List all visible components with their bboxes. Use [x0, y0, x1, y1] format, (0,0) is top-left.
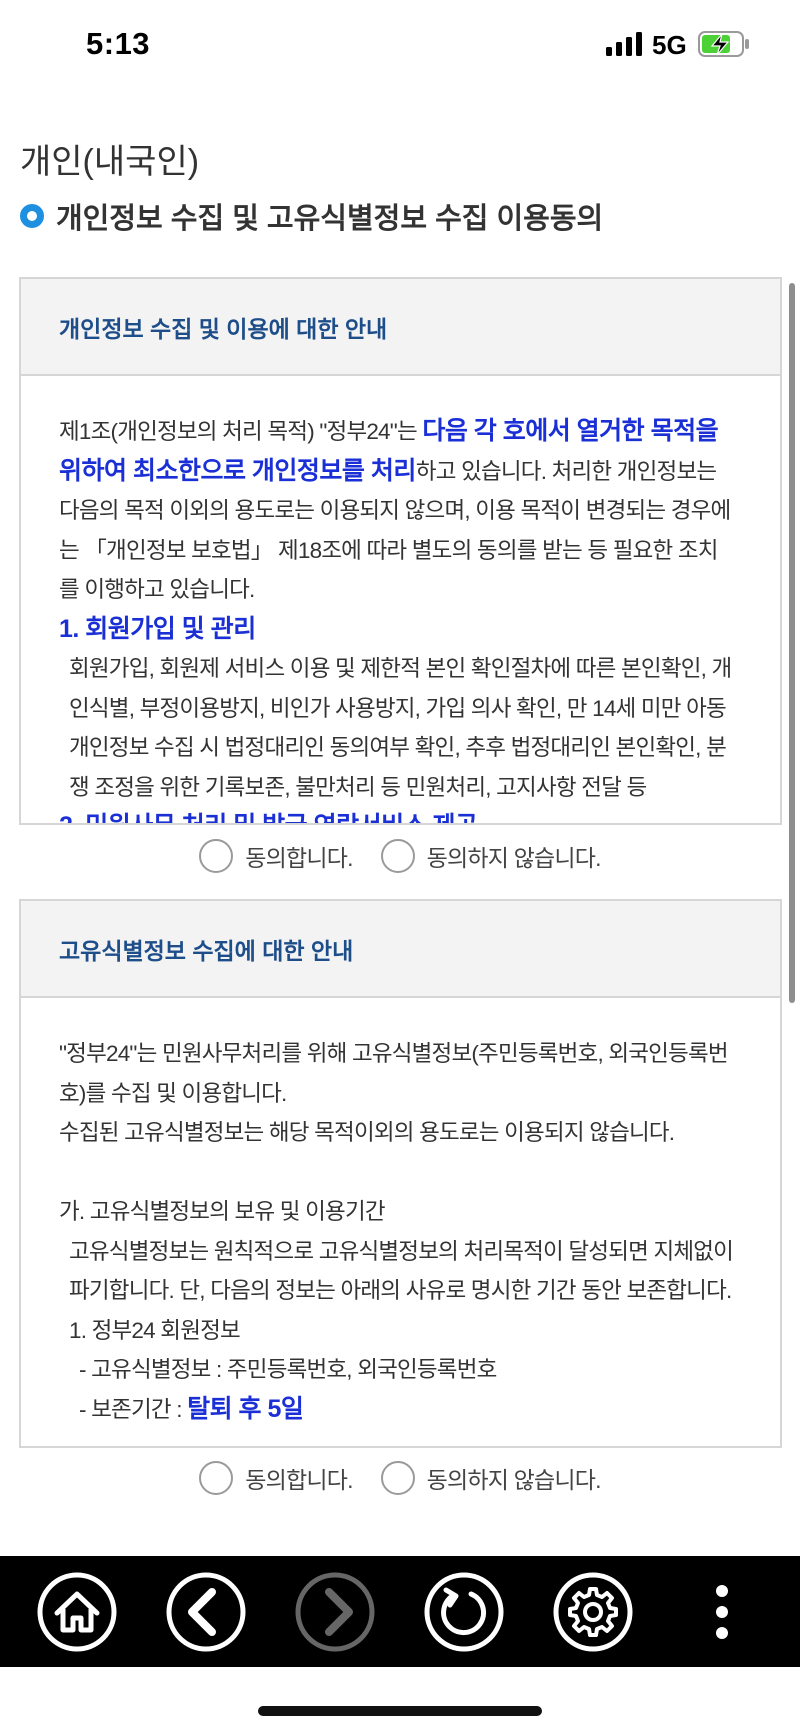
page-scrollbar[interactable] — [789, 283, 795, 1003]
box-header-title: 개인정보 수집 및 이용에 대한 안내 — [59, 315, 388, 342]
section-heading: 개인정보 수집 및 고유식별정보 수집 이용동의 — [20, 196, 603, 236]
agree-yes-option[interactable]: 동의합니다. — [199, 839, 353, 873]
bottom-toolbar — [0, 1556, 800, 1667]
intro-paragraph: 제1조(개인정보의 처리 목적) "정부24"는 다음 각 호에서 열거한 목적… — [59, 417, 731, 602]
forward-icon[interactable] — [295, 1572, 375, 1652]
battery-charging-icon — [698, 31, 749, 57]
subsection-title: 가. 고유식별정보의 보유 및 이용기간 — [59, 1199, 386, 1224]
home-indicator[interactable] — [258, 1706, 542, 1716]
list-item: - 보존기간 : 탈퇴 후 5일 — [79, 1394, 304, 1423]
agree-no-label: 동의하지 않습니다. — [426, 845, 602, 871]
radio-button[interactable] — [199, 1461, 234, 1495]
section-title: 개인정보 수집 및 고유식별정보 수집 이용동의 — [56, 203, 604, 235]
box-body: 제1조(개인정보의 처리 목적) "정부24"는 다음 각 호에서 열거한 목적… — [21, 376, 780, 823]
paragraph: 고유식별정보는 원칙적으로 고유식별정보의 처리목적이 달성되면 지체없이 파기… — [69, 1238, 734, 1304]
radio-button[interactable] — [380, 839, 415, 873]
box-header: 개인정보 수집 및 이용에 대한 안내 — [21, 279, 780, 376]
home-icon[interactable] — [37, 1572, 117, 1652]
back-icon[interactable] — [166, 1572, 246, 1652]
box-header-title: 고유식별정보 수집에 대한 안내 — [59, 937, 354, 964]
item-text: 회원가입, 회원제 서비스 이용 및 제한적 본인 확인절차에 따른 본인확인,… — [69, 656, 732, 800]
network-label: 5G — [652, 30, 687, 60]
agree-no-option[interactable]: 동의하지 않습니다. — [380, 839, 602, 873]
settings-icon[interactable] — [553, 1572, 633, 1652]
bullet-circle-icon — [20, 204, 44, 228]
paragraph: 수집된 고유식별정보는 해당 목적이외의 용도로는 이용되지 않습니다. — [59, 1120, 675, 1145]
agree-no-option[interactable]: 동의하지 않습니다. — [380, 1461, 602, 1495]
agree-row-1: 동의합니다. 동의하지 않습니다. — [0, 834, 800, 878]
box-header: 고유식별정보 수집에 대한 안내 — [21, 901, 780, 998]
agree-no-label: 동의하지 않습니다. — [426, 1467, 602, 1493]
personal-info-consent-box[interactable]: 개인정보 수집 및 이용에 대한 안내 제1조(개인정보의 처리 목적) "정부… — [19, 277, 782, 825]
agree-row-2: 동의합니다. 동의하지 않습니다. — [0, 1456, 800, 1500]
list-item: - 고유식별정보 : 주민등록번호, 외국인등록번호 — [79, 1357, 497, 1382]
signal-icon — [606, 32, 642, 56]
agree-yes-option[interactable]: 동의합니다. — [199, 1461, 353, 1495]
radio-button[interactable] — [380, 1461, 415, 1495]
list-item: 1. 정부24 회원정보 — [69, 1317, 241, 1343]
radio-button[interactable] — [199, 839, 234, 873]
page-title: 개인(내국인) — [20, 143, 200, 181]
paragraph: "정부24"는 민원사무처리를 위해 고유식별정보(주민등록번호, 외국인등록번… — [59, 1041, 729, 1106]
more-icon[interactable] — [682, 1572, 762, 1652]
box-body: "정부24"는 민원사무처리를 위해 고유식별정보(주민등록번호, 외국인등록번… — [21, 998, 780, 1429]
status-bar: 5:13 5G — [0, 0, 800, 92]
agree-yes-label: 동의합니다. — [245, 1467, 353, 1493]
refresh-icon[interactable] — [424, 1572, 504, 1652]
item-title: 1. 회원가입 및 관리 — [59, 614, 256, 643]
agree-yes-label: 동의합니다. — [245, 845, 353, 871]
item-title: 2. 민원사무 처리 및 발급 연락서비스 제공 — [59, 807, 736, 823]
unique-id-consent-box[interactable]: 고유식별정보 수집에 대한 안내 "정부24"는 민원사무처리를 위해 고유식별… — [19, 899, 782, 1448]
status-time: 5:13 — [86, 26, 151, 61]
